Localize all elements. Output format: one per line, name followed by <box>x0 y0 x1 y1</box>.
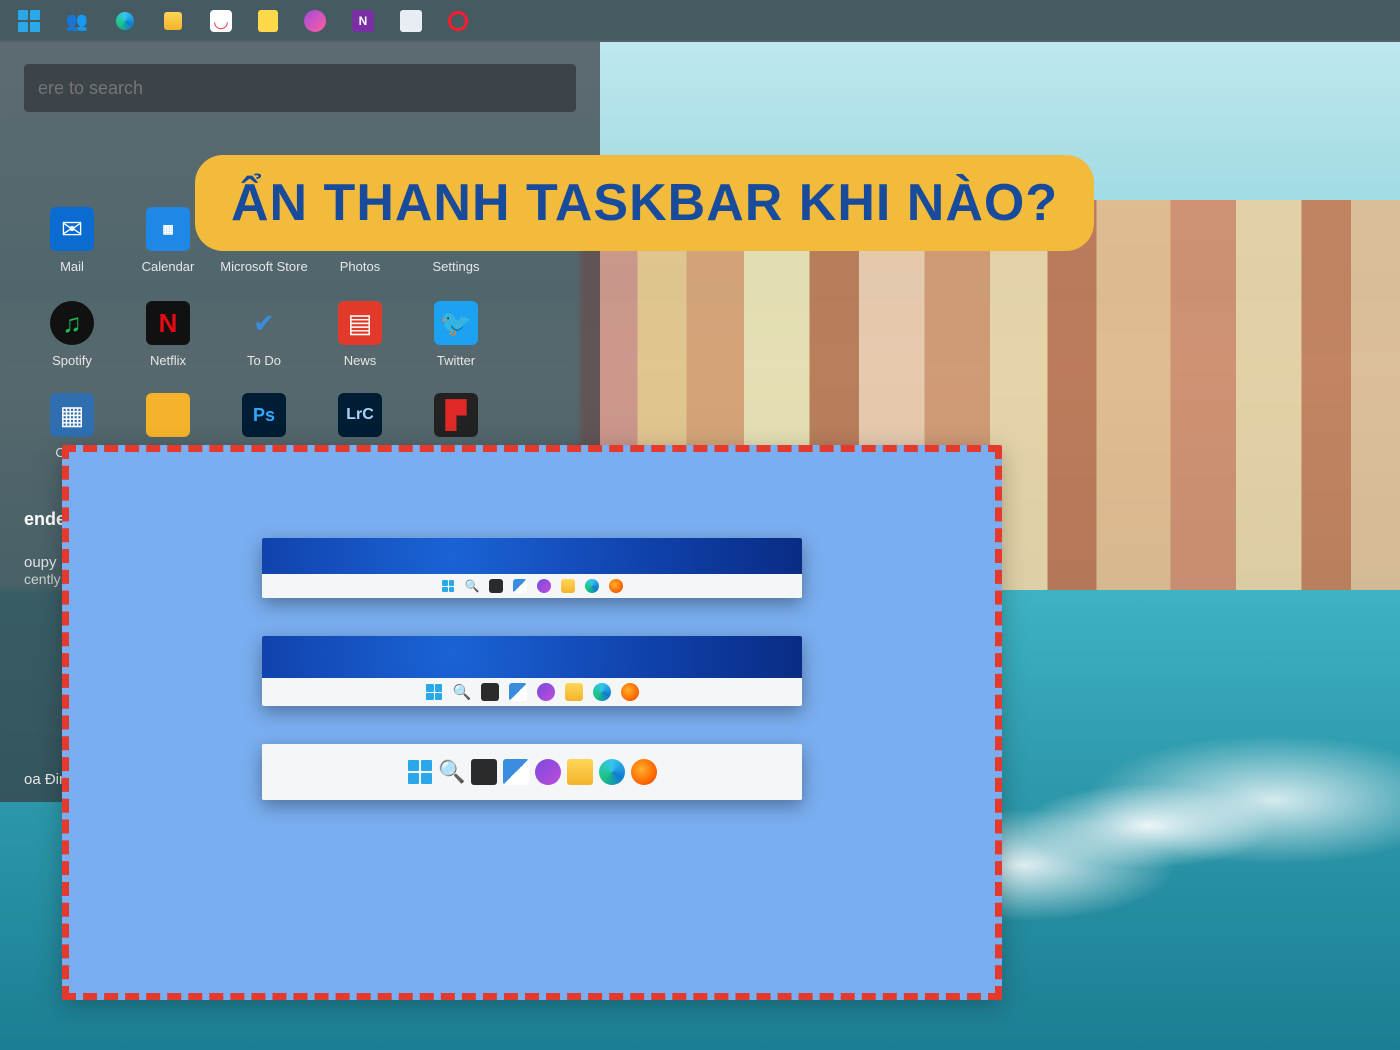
edge-icon[interactable] <box>114 10 136 32</box>
opera-icon[interactable] <box>448 11 468 31</box>
photos-taskbar-icon[interactable] <box>400 10 422 32</box>
file-explorer-icon[interactable] <box>162 10 184 32</box>
task-view-icon[interactable] <box>471 759 497 785</box>
widgets-icon[interactable] <box>513 579 527 593</box>
firefox-icon[interactable] <box>621 683 639 701</box>
flipboard-icon: ▛ <box>434 393 478 437</box>
tile-label: Calendar <box>142 259 195 274</box>
tile-label: Twitter <box>437 353 475 368</box>
todo-icon: ✔ <box>242 301 286 345</box>
messenger-icon[interactable] <box>304 10 326 32</box>
search-icon[interactable]: 🔍 <box>453 683 471 701</box>
tile-news[interactable]: ▤ News <box>312 301 408 387</box>
tile-label: To Do <box>247 353 281 368</box>
tile-spotify[interactable]: ♫ Spotify <box>24 301 120 387</box>
chat-icon[interactable] <box>535 759 561 785</box>
edge-icon[interactable] <box>585 579 599 593</box>
pocket-icon[interactable]: ◡ <box>210 10 232 32</box>
tile-label: News <box>344 353 377 368</box>
tile-label: Settings <box>433 259 480 274</box>
twitter-icon: 🐦 <box>434 301 478 345</box>
widgets-icon[interactable] <box>509 683 527 701</box>
inset-content: 🔍 🔍 <box>85 468 979 977</box>
search-icon[interactable]: 🔍 <box>465 579 479 593</box>
search-icon[interactable]: 🔍 <box>439 759 465 785</box>
file-explorer-icon[interactable] <box>565 683 583 701</box>
onenote-icon[interactable]: N <box>352 10 374 32</box>
inset-panel: 🔍 🔍 <box>62 445 1002 1000</box>
netflix-icon: N <box>146 301 190 345</box>
tile-mail[interactable]: ✉ Mail <box>24 207 120 293</box>
widgets-icon[interactable] <box>503 759 529 785</box>
top-taskbar: 👥 ◡ N <box>0 0 1400 42</box>
search-input[interactable] <box>24 64 576 112</box>
photoshop-icon: Ps <box>242 393 286 437</box>
calendar-icon: ▦ <box>146 207 190 251</box>
start-icon[interactable] <box>425 683 443 701</box>
spotify-icon: ♫ <box>50 301 94 345</box>
tile-label: Netflix <box>150 353 186 368</box>
chat-icon[interactable] <box>537 579 551 593</box>
folder-icon <box>146 393 190 437</box>
start-icon[interactable] <box>18 10 40 32</box>
mini-desktop-medium: 🔍 <box>262 636 802 706</box>
firefox-icon[interactable] <box>609 579 623 593</box>
start-icon[interactable] <box>407 759 433 785</box>
mini-desktop-large: 🔍 <box>262 744 802 800</box>
start-icon[interactable] <box>441 579 455 593</box>
tile-netflix[interactable]: N Netflix <box>120 301 216 387</box>
mini-wallpaper <box>262 636 802 678</box>
people-icon[interactable]: 👥 <box>66 10 88 32</box>
news-icon: ▤ <box>338 301 382 345</box>
tile-todo[interactable]: ✔ To Do <box>216 301 312 387</box>
tile-label: Microsoft Store <box>220 259 307 274</box>
mini-taskbar-large: 🔍 <box>262 744 802 800</box>
task-view-icon[interactable] <box>481 683 499 701</box>
file-explorer-icon[interactable] <box>567 759 593 785</box>
firefox-icon[interactable] <box>631 759 657 785</box>
calculator-icon: ▦ <box>50 393 94 437</box>
edge-icon[interactable] <box>599 759 625 785</box>
lightroom-icon: LrC <box>338 393 382 437</box>
mini-desktop-small: 🔍 <box>262 538 802 598</box>
tile-twitter[interactable]: 🐦 Twitter <box>408 301 504 387</box>
tile-label: Mail <box>60 259 84 274</box>
mini-taskbar-small: 🔍 <box>262 574 802 598</box>
task-view-icon[interactable] <box>489 579 503 593</box>
headline-banner: ẨN THANH TASKBAR KHI NÀO? <box>195 155 1094 251</box>
file-explorer-icon[interactable] <box>561 579 575 593</box>
mail-icon: ✉ <box>50 207 94 251</box>
mini-wallpaper <box>262 538 802 574</box>
tile-label: Spotify <box>52 353 92 368</box>
sticky-notes-icon[interactable] <box>258 10 278 32</box>
edge-icon[interactable] <box>593 683 611 701</box>
tile-label: Photos <box>340 259 380 274</box>
chat-icon[interactable] <box>537 683 555 701</box>
mini-taskbar-medium: 🔍 <box>262 678 802 706</box>
